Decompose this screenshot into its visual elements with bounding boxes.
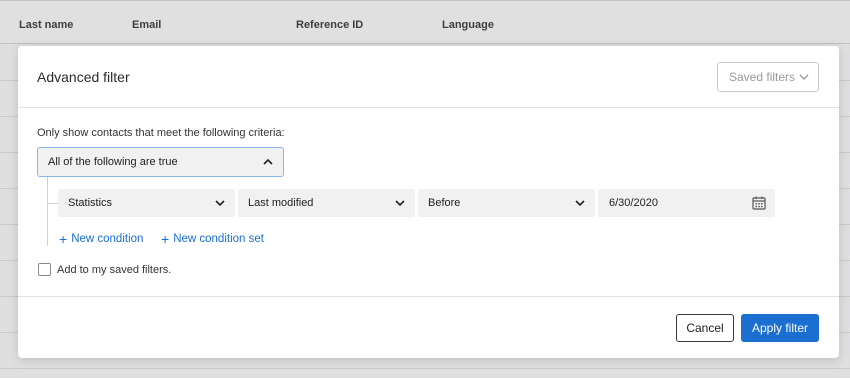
tree-connector — [47, 203, 58, 204]
calendar-icon[interactable] — [751, 195, 767, 211]
chevron-down-icon — [395, 200, 405, 207]
modal-footer-divider — [18, 296, 839, 297]
cancel-button[interactable]: Cancel — [676, 314, 734, 342]
modal-header: Advanced filter Saved filters — [18, 46, 839, 108]
condition-field-select[interactable]: Statistics — [58, 189, 235, 217]
condition-field-value: Statistics — [68, 197, 113, 209]
new-condition-label: New condition — [71, 233, 144, 245]
condition-attribute-value: Last modified — [248, 197, 314, 209]
save-filter-checkbox-label[interactable]: Add to my saved filters. — [57, 264, 171, 276]
condition-date-value: 6/30/2020 — [609, 197, 658, 209]
tree-connector — [47, 177, 48, 246]
logic-selector-dropdown[interactable]: All of the following are true — [37, 147, 284, 177]
plus-icon: + — [59, 231, 68, 247]
condition-operator-value: Before — [428, 197, 461, 209]
new-condition-set-button[interactable]: + New condition set — [161, 232, 264, 246]
saved-filters-dropdown[interactable]: Saved filters — [717, 62, 819, 92]
saved-filters-label: Saved filters — [729, 70, 796, 84]
save-filter-checkbox[interactable] — [38, 263, 51, 276]
apply-filter-button[interactable]: Apply filter — [741, 314, 819, 342]
chevron-up-icon — [263, 158, 273, 165]
condition-date-input[interactable]: 6/30/2020 — [598, 189, 775, 217]
condition-attribute-select[interactable]: Last modified — [238, 189, 415, 217]
new-condition-set-label: New condition set — [173, 233, 264, 245]
chevron-down-icon — [215, 200, 225, 207]
logic-selector-value: All of the following are true — [48, 156, 178, 168]
criteria-label: Only show contacts that meet the followi… — [37, 127, 285, 139]
new-condition-button[interactable]: + New condition — [59, 232, 143, 246]
plus-icon: + — [161, 231, 170, 247]
advanced-filter-modal: Advanced filter Saved filters Only show … — [18, 46, 839, 358]
modal-title: Advanced filter — [37, 69, 130, 85]
chevron-down-icon — [799, 74, 809, 80]
condition-operator-select[interactable]: Before — [418, 189, 595, 217]
chevron-down-icon — [575, 200, 585, 207]
